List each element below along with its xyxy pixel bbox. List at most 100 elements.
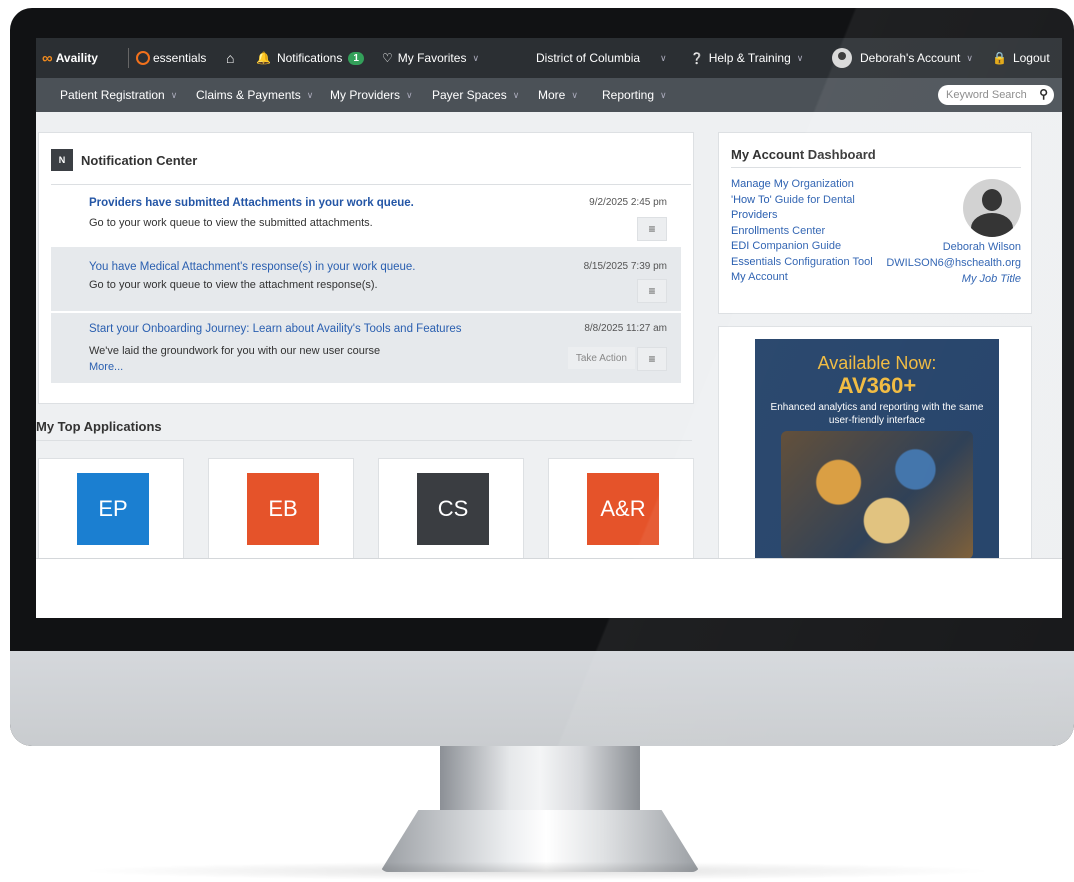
link-manage-organization[interactable]: Manage My Organization	[731, 177, 873, 193]
region-label: District of Columbia	[536, 51, 641, 65]
search-placeholder: Keyword Search	[946, 89, 1027, 101]
help-icon: ❔	[690, 52, 704, 65]
notifications-label: Notifications	[276, 51, 343, 65]
chevron-down-icon: ∨	[406, 89, 413, 100]
monitor-frame: ∞ Availity essentials ⌂ 🔔 Notifications …	[10, 8, 1074, 746]
subnav-item-payer-spaces[interactable]: Payer Spaces ∨	[432, 78, 519, 112]
notification-item: You have Medical Attachment's response(s…	[51, 247, 681, 311]
notification-body: Go to your work queue to view the submit…	[89, 217, 373, 229]
top-nav-bar: ∞ Availity essentials ⌂ 🔔 Notifications …	[36, 38, 1062, 78]
chevron-down-icon: ∨	[660, 52, 667, 63]
keyword-search-input[interactable]: Keyword Search ⚲	[938, 85, 1054, 105]
subnav-label: My Providers	[330, 88, 401, 102]
subnav-label: More	[538, 88, 566, 102]
promo-product-name: AV360+	[837, 373, 917, 398]
logout-button[interactable]: 🔒 Logout	[992, 38, 1050, 78]
subnav-item-reporting[interactable]: Reporting ∨	[602, 78, 667, 112]
chevron-down-icon: ∨	[170, 89, 178, 100]
floor-shadow	[0, 860, 1074, 882]
chevron-down-icon: ∨	[571, 89, 578, 100]
notification-title-link[interactable]: Providers have submitted Attachments in …	[89, 197, 414, 209]
logout-label: Logout	[1012, 51, 1050, 65]
chevron-down-icon: ∨	[796, 52, 804, 63]
app-tile-ar[interactable]: A&R	[587, 473, 659, 545]
link-enrollments-center[interactable]: Enrollments Center	[731, 224, 873, 240]
av360-promo-banner[interactable]: Available Now: AV360+ Enhanced analytics…	[755, 339, 999, 559]
home-icon[interactable]: ⌂	[226, 38, 234, 78]
app-tile-cs[interactable]: CS	[417, 473, 489, 545]
notification-center-panel: N Notification Center Providers have sub…	[38, 132, 694, 404]
notifications-button[interactable]: 🔔 Notifications 1	[256, 38, 364, 78]
link-how-to-guide[interactable]: 'How To' Guide for Dental	[731, 193, 873, 209]
notification-date: 9/2/2025 2:45 pm	[589, 197, 667, 208]
lock-icon: 🔒	[992, 51, 1007, 65]
subnav-item-claims-payments[interactable]: Claims & Payments ∨	[196, 78, 313, 112]
notification-title-link[interactable]: You have Medical Attachment's response(s…	[89, 261, 416, 273]
subnav-label: Claims & Payments	[196, 88, 301, 102]
hamburger-menu-icon[interactable]: ≡	[637, 217, 667, 241]
link-my-account[interactable]: My Account	[731, 270, 873, 286]
link-edi-companion-guide[interactable]: EDI Companion Guide	[731, 239, 873, 255]
availity-logo[interactable]: ∞ Availity	[42, 38, 98, 78]
promo-panel: Available Now: AV360+ Enhanced analytics…	[718, 326, 1032, 568]
divider	[51, 184, 691, 185]
essentials-logo[interactable]: essentials	[136, 38, 206, 78]
notification-body: We've laid the groundwork for you with o…	[89, 345, 381, 357]
monitor-chin	[10, 651, 1074, 746]
take-action-button[interactable]: Take Action	[567, 347, 635, 369]
notifications-count-badge: 1	[348, 51, 364, 65]
app-card-eb[interactable]: EB	[208, 458, 354, 559]
availity-logo-icon: ∞	[42, 49, 53, 67]
essentials-logo-icon	[136, 51, 150, 65]
promo-heading: Available Now:	[817, 353, 937, 373]
avatar-icon	[832, 48, 852, 68]
subnav-item-patient-registration[interactable]: Patient Registration ∨	[60, 78, 177, 112]
app-card-ep[interactable]: EP	[38, 458, 184, 559]
notification-title-link[interactable]: Start your Onboarding Journey: Learn abo…	[89, 323, 462, 335]
subnav-item-my-providers[interactable]: My Providers ∨	[330, 78, 413, 112]
link-how-to-guide-cont[interactable]: Providers	[731, 208, 873, 224]
avatar-shoulders	[971, 213, 1013, 237]
link-essentials-config-tool[interactable]: Essentials Configuration Tool	[731, 255, 873, 271]
divider	[36, 440, 692, 441]
chevron-down-icon: ∨	[472, 52, 480, 63]
user-name: Deborah Wilson	[942, 241, 1021, 253]
promo-image	[781, 431, 973, 559]
empty-screen-area	[36, 558, 1062, 618]
help-training-menu[interactable]: ❔ Help & Training ∨	[690, 38, 803, 78]
chevron-down-icon: ∨	[660, 89, 667, 100]
user-avatar-icon	[963, 179, 1021, 237]
chevron-down-icon: ∨	[966, 52, 973, 63]
hamburger-menu-icon[interactable]: ≡	[637, 347, 667, 371]
app-card-cs[interactable]: CS	[378, 458, 524, 559]
user-email: DWILSON6@hschealth.org	[886, 257, 1021, 269]
subnav-label: Payer Spaces	[432, 88, 507, 102]
favorites-menu[interactable]: ♡ My Favorites ∨	[382, 38, 479, 78]
search-icon[interactable]: ⚲	[1039, 87, 1048, 101]
top-applications-title: My Top Applications	[36, 419, 162, 434]
notification-date: 8/8/2025 11:27 am	[584, 323, 667, 334]
notification-more-link[interactable]: More...	[89, 361, 123, 373]
notification-center-title: Notification Center	[81, 152, 198, 168]
app-card-ar[interactable]: A&R	[548, 458, 694, 559]
account-menu[interactable]: Deborah's Account ∨	[832, 38, 973, 78]
notification-item: Start your Onboarding Journey: Learn abo…	[51, 313, 681, 383]
promo-description: Enhanced analytics and reporting with th…	[770, 402, 984, 426]
subnav-item-more[interactable]: More ∨	[538, 78, 578, 112]
app-tile-eb[interactable]: EB	[247, 473, 319, 545]
dashboard-content: N Notification Center Providers have sub…	[36, 112, 1062, 568]
logo-divider	[128, 48, 129, 68]
heart-icon: ♡	[382, 51, 393, 65]
account-dashboard-panel: My Account Dashboard Manage My Organizat…	[718, 132, 1032, 314]
favorites-label: My Favorites	[397, 51, 467, 65]
essentials-logo-text: essentials	[153, 51, 207, 65]
hamburger-menu-icon[interactable]: ≡	[637, 279, 667, 303]
region-selector[interactable]: District of Columbia ∨	[536, 38, 667, 78]
account-dashboard-title: My Account Dashboard	[731, 147, 876, 162]
bell-icon: 🔔	[256, 51, 271, 65]
app-tile-ep[interactable]: EP	[77, 473, 149, 545]
chevron-down-icon: ∨	[512, 89, 520, 100]
user-job-title[interactable]: My Job Title	[962, 273, 1021, 285]
notification-item: Providers have submitted Attachments in …	[51, 187, 681, 247]
notification-center-header: N Notification Center	[51, 149, 197, 171]
